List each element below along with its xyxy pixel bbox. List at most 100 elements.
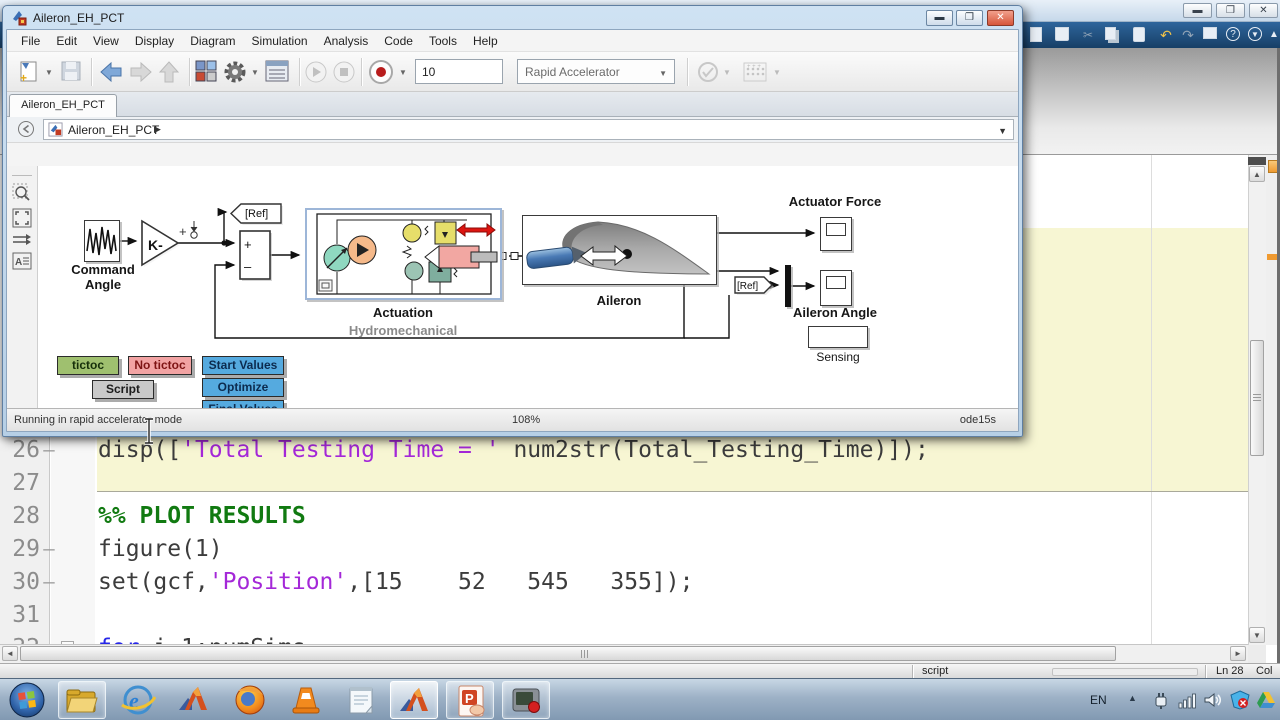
- test-point-marker: [191, 221, 197, 238]
- scope-screen: [826, 223, 846, 236]
- help-icon[interactable]: ?: [1226, 27, 1240, 41]
- breadcrumb-dropdown-icon[interactable]: ▼: [998, 126, 1007, 136]
- line-indicator: Ln 28: [1216, 665, 1244, 677]
- aileron-angle-scope[interactable]: [820, 270, 852, 306]
- scroll-down-button[interactable]: ▼: [1249, 627, 1265, 643]
- goto-ref-tag[interactable]: [Ref]: [231, 204, 283, 225]
- mux-block[interactable]: [785, 265, 791, 307]
- menu-diagram[interactable]: Diagram: [182, 31, 243, 51]
- taskbar-screen-recorder[interactable]: [502, 681, 550, 719]
- record-icon[interactable]: [369, 60, 393, 84]
- menu-code[interactable]: Code: [376, 31, 421, 51]
- start-button[interactable]: [4, 681, 50, 719]
- breadcrumb-back-icon[interactable]: [17, 120, 35, 138]
- gain-block[interactable]: K-: [142, 221, 180, 267]
- taskbar-powerpoint[interactable]: P: [446, 681, 494, 719]
- scroll-left-button[interactable]: ◄: [2, 646, 18, 661]
- desktop: ▬ ❐ ✕ ✂ ↶ ↷ ? ▼ ▲ 26–disp(['Total Testin…: [0, 0, 1280, 720]
- menu-edit[interactable]: Edit: [48, 31, 85, 51]
- close-button[interactable]: ✕: [987, 10, 1014, 26]
- scroll-up-button[interactable]: ▲: [1249, 166, 1265, 182]
- new-script-icon[interactable]: [1030, 27, 1042, 42]
- paste-icon[interactable]: [1133, 27, 1145, 42]
- sensing-block[interactable]: [808, 326, 868, 348]
- horizontal-scroll-thumb[interactable]: [20, 646, 1116, 661]
- scroll-right-button[interactable]: ►: [1230, 646, 1246, 661]
- experiment-button-no-tictoc[interactable]: No tictoc: [128, 356, 192, 375]
- matlab-minimize-button[interactable]: ▬: [1183, 3, 1212, 18]
- actuation-subsystem-block[interactable]: [305, 208, 502, 300]
- menu-file[interactable]: File: [13, 31, 48, 51]
- tray-power-icon[interactable]: [1152, 691, 1170, 709]
- vertical-scroll-thumb[interactable]: [1250, 340, 1264, 456]
- notepad-icon: [347, 684, 377, 716]
- tray-drive-icon[interactable]: [1256, 690, 1276, 710]
- minimize-button[interactable]: ▬: [926, 10, 953, 26]
- window-layout-icon[interactable]: [1203, 27, 1217, 39]
- command-angle-block[interactable]: [84, 220, 120, 262]
- scrollbar-corner: [1248, 645, 1266, 663]
- experiment-button-optimize[interactable]: Optimize: [202, 378, 284, 397]
- taskbar-firefox[interactable]: [226, 681, 274, 719]
- collapse-toolstrip-icon[interactable]: ▲: [1266, 27, 1280, 43]
- back-icon[interactable]: [99, 60, 123, 84]
- zoom-icon[interactable]: [12, 183, 32, 203]
- taskbar-notepad[interactable]: [338, 681, 386, 719]
- copy-icon[interactable]: [1105, 27, 1116, 40]
- menu-display[interactable]: Display: [127, 31, 182, 51]
- save-icon[interactable]: [1055, 27, 1069, 41]
- model-settings-gear-icon[interactable]: [223, 60, 247, 84]
- tray-language[interactable]: EN: [1090, 693, 1107, 707]
- tray-network-icon[interactable]: [1178, 691, 1198, 709]
- signal-builder-icon: [85, 221, 118, 260]
- actuator-force-scope[interactable]: [820, 217, 852, 251]
- undo-icon[interactable]: ↶: [1158, 27, 1174, 43]
- model-icon: [48, 122, 63, 137]
- menu-analysis[interactable]: Analysis: [316, 31, 377, 51]
- solver-name[interactable]: ode15s: [960, 414, 996, 426]
- record-dropdown-caret[interactable]: ▼: [399, 68, 407, 77]
- taskbar-matlab-active[interactable]: [390, 681, 438, 719]
- gear-dropdown-caret[interactable]: ▼: [251, 68, 259, 77]
- taskbar-vlc[interactable]: [282, 681, 330, 719]
- toolbar-options-icon[interactable]: ▼: [1248, 27, 1262, 41]
- menu-simulation[interactable]: Simulation: [244, 31, 316, 51]
- signal-routing-icon[interactable]: [12, 230, 32, 250]
- breadcrumb-bar: Aileron_EH_PCT ▶ ▼: [7, 117, 1018, 143]
- breadcrumb[interactable]: Aileron_EH_PCT ▶ ▼: [43, 119, 1014, 140]
- taskbar-matlab-pinned[interactable]: [170, 681, 218, 719]
- menu-help[interactable]: Help: [465, 31, 506, 51]
- experiment-button-tictoc[interactable]: tictoc: [57, 356, 119, 375]
- sum-block[interactable]: + –: [240, 231, 272, 281]
- simulink-titlebar[interactable]: Aileron_EH_PCT ▬ ❐ ✕: [6, 6, 1019, 29]
- matlab-close-button[interactable]: ✕: [1249, 3, 1278, 18]
- experiment-button-start-values[interactable]: Start Values: [202, 356, 284, 375]
- new-dropdown-caret[interactable]: ▼: [45, 68, 53, 77]
- model-config-icon[interactable]: [265, 60, 289, 82]
- fit-to-view-icon[interactable]: [12, 208, 32, 228]
- breadcrumb-model-name[interactable]: Aileron_EH_PCT: [68, 123, 159, 137]
- taskbar-internet-explorer[interactable]: e: [114, 681, 162, 719]
- redo-icon: ↷: [1180, 27, 1196, 43]
- annotation-icon[interactable]: A: [12, 251, 32, 271]
- taskbar-explorer[interactable]: [58, 681, 106, 719]
- simulation-stop-time-input[interactable]: [415, 59, 503, 84]
- tab-aileron-eh-pct[interactable]: Aileron_EH_PCT: [9, 94, 117, 117]
- library-browser-icon[interactable]: [195, 60, 217, 82]
- from-ref-tag[interactable]: [Ref]: [735, 277, 774, 295]
- tray-antivirus-icon[interactable]: [1230, 690, 1250, 710]
- simulink-statusbar: Running in rapid accelerator mode 108% o…: [7, 408, 1018, 431]
- experiment-button-script[interactable]: Script: [92, 380, 154, 399]
- aileron-subsystem-block[interactable]: [522, 215, 717, 285]
- tray-show-hidden-icon[interactable]: ▲: [1128, 693, 1137, 703]
- model-canvas[interactable]: K- + +: [38, 166, 1019, 432]
- menu-view[interactable]: View: [85, 31, 127, 51]
- menu-tools[interactable]: Tools: [421, 31, 465, 51]
- new-model-icon[interactable]: +: [17, 60, 41, 84]
- maximize-button[interactable]: ❐: [956, 10, 983, 26]
- sensing-label: Sensing: [778, 350, 898, 365]
- simulation-mode-select[interactable]: Rapid Accelerator ▼: [517, 59, 675, 84]
- code-line-30: 30–set(gcf,'Position',[15 52 545 355]);: [0, 565, 1248, 598]
- matlab-restore-button[interactable]: ❐: [1216, 3, 1245, 18]
- tray-volume-icon[interactable]: [1204, 691, 1224, 709]
